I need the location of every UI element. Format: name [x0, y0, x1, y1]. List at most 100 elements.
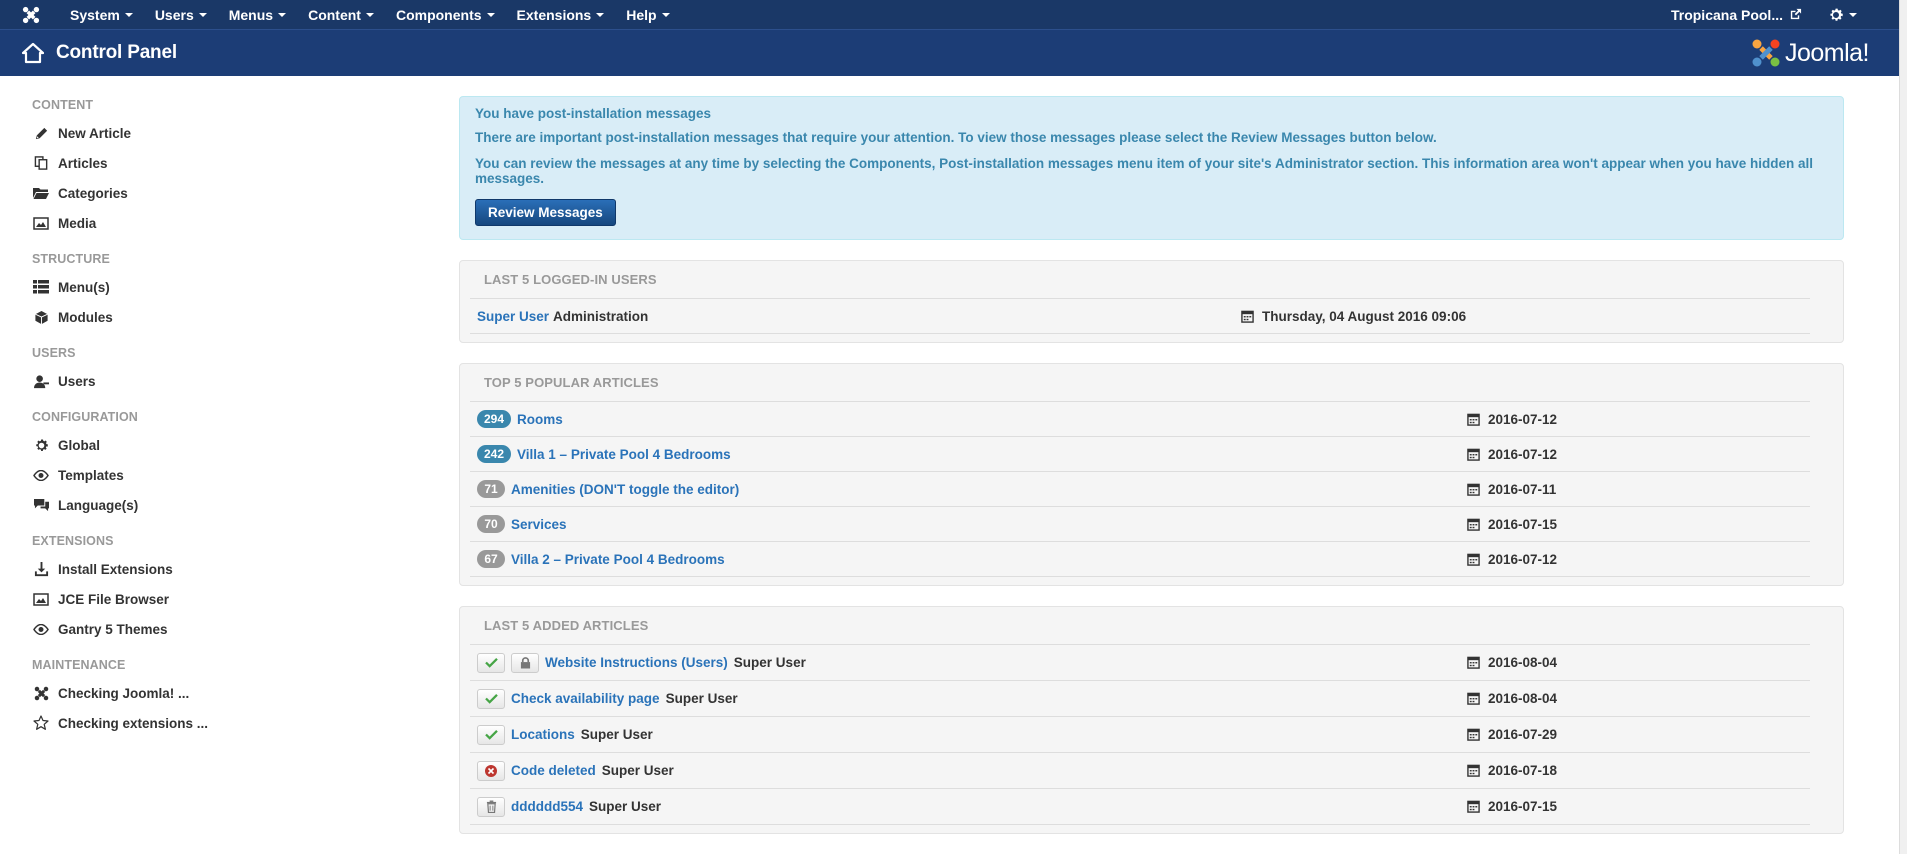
alert-text: You can review the messages at any time … [475, 156, 1813, 186]
article-date: 2016-07-12 [1467, 447, 1810, 462]
article-cell: 242 Villa 1 – Private Pool 4 Bedrooms [477, 445, 1467, 463]
article-link[interactable]: Villa 2 – Private Pool 4 Bedrooms [511, 552, 725, 567]
check-icon [484, 694, 498, 704]
navbar-right: Tropicana Pool... [1671, 0, 1899, 29]
article-cell: 67 Villa 2 – Private Pool 4 Bedrooms [477, 550, 1467, 568]
list-item: 71 Amenities (DON'T toggle the editor) 2… [470, 472, 1810, 507]
article-link[interactable]: Website Instructions (Users) [545, 655, 728, 670]
published-toggle-button[interactable] [477, 652, 505, 673]
sidebar-item-label: New Article [58, 125, 132, 141]
article-link[interactable]: Check availability page [511, 691, 660, 706]
article-cell: 71 Amenities (DON'T toggle the editor) [477, 480, 1467, 498]
unpublished-toggle-button[interactable] [477, 760, 505, 781]
check-icon [484, 730, 498, 740]
article-date: 2016-08-04 [1467, 691, 1810, 706]
unpublished-icon [485, 764, 497, 777]
date-text: 2016-07-12 [1488, 411, 1558, 427]
gear-icon [1830, 8, 1843, 21]
article-link[interactable]: Locations [511, 727, 575, 742]
site-link[interactable]: Tropicana Pool... [1671, 7, 1802, 23]
article-link[interactable]: dddddd554 [511, 799, 583, 814]
sidebar-item-label: Language(s) [58, 497, 139, 513]
main-content: You have post-installation messages Ther… [459, 96, 1844, 834]
calendar-icon [1467, 692, 1480, 705]
date-text: 2016-07-15 [1488, 516, 1558, 532]
menu-content[interactable]: Content [297, 0, 385, 29]
date-text: 2016-07-12 [1488, 551, 1558, 567]
menu-extensions[interactable]: Extensions [506, 0, 616, 29]
published-toggle-button[interactable] [477, 724, 505, 745]
menu-menus[interactable]: Menus [218, 0, 297, 29]
calendar-icon [1467, 483, 1480, 496]
sidebar-item-jce-file-browser[interactable]: JCE File Browser [32, 584, 362, 614]
logo-text: Joomla! [1784, 38, 1870, 67]
panel-title: LAST 5 ADDED ARTICLES [484, 618, 649, 633]
pencil-icon [32, 124, 50, 142]
checkin-button[interactable] [511, 652, 539, 673]
menu-components[interactable]: Components [385, 0, 506, 29]
sidebar-item-label: Users [58, 373, 96, 389]
date-text: 2016-07-11 [1488, 481, 1557, 497]
cog-icon [32, 436, 50, 454]
sidebar-heading-configuration: CONFIGURATION [32, 410, 138, 424]
article-link[interactable]: Villa 1 – Private Pool 4 Bedrooms [517, 447, 731, 462]
sidebar-item-modules[interactable]: Modules [32, 302, 362, 332]
login-date: Thursday, 04 August 2016 09:06 [1241, 309, 1810, 324]
user-icon [32, 372, 50, 390]
date-text: 2016-08-04 [1488, 691, 1558, 706]
hits-badge: 71 [477, 480, 505, 498]
joomla-logo-icon [1752, 39, 1780, 67]
article-date: 2016-07-29 [1467, 727, 1810, 742]
sidebar-item-label: Templates [58, 467, 124, 483]
image-icon [32, 214, 50, 232]
external-link-icon [1790, 8, 1802, 20]
page-scrollbar[interactable] [1899, 0, 1907, 854]
logged-users-panel: LAST 5 LOGGED-IN USERS Super User Admini… [459, 260, 1844, 343]
list-item: 242 Villa 1 – Private Pool 4 Bedrooms 20… [470, 437, 1810, 472]
calendar-icon [1467, 448, 1480, 461]
alert-title: You have post-installation messages [475, 106, 712, 121]
menu-system[interactable]: System [59, 0, 144, 29]
sidebar-item-install-extensions[interactable]: Install Extensions [32, 554, 362, 584]
date-text: 2016-08-04 [1488, 655, 1558, 670]
calendar-icon [1467, 413, 1480, 426]
sidebar-heading-maintenance: MAINTENANCE [32, 658, 126, 672]
settings-menu[interactable] [1828, 7, 1857, 23]
sidebar-item-languages[interactable]: Language(s) [32, 490, 362, 520]
hits-badge: 294 [477, 410, 512, 428]
sidebar-item-users[interactable]: Users [32, 366, 362, 396]
published-toggle-button[interactable] [477, 688, 505, 709]
list-item: 67 Villa 2 – Private Pool 4 Bedrooms 201… [470, 542, 1810, 577]
sidebar-item-label: Checking extensions ... [58, 715, 209, 731]
list-item: Super User Administration Thursday, 04 A… [470, 299, 1810, 334]
article-link[interactable]: Rooms [517, 412, 563, 427]
sidebar: CONTENT New Article Articles Categories … [32, 98, 362, 738]
joomla-icon[interactable] [16, 0, 45, 29]
sidebar-item-categories[interactable]: Categories [32, 178, 362, 208]
comments-icon [32, 496, 50, 514]
sidebar-item-new-article[interactable]: New Article [32, 118, 362, 148]
article-cell: Locations Super User [477, 724, 1467, 745]
article-link[interactable]: Services [511, 517, 567, 532]
article-link[interactable]: Amenities (DON'T toggle the editor) [511, 482, 739, 497]
sidebar-item-menus[interactable]: Menu(s) [32, 272, 362, 302]
article-cell: 70 Services [477, 515, 1467, 533]
sidebar-item-label: Global [58, 437, 101, 453]
popular-articles-list: 294 Rooms 2016-07-12 242 Villa 1 – Priva… [470, 401, 1810, 577]
sidebar-item-templates[interactable]: Templates [32, 460, 362, 490]
user-link[interactable]: Super User [477, 309, 549, 324]
calendar-icon [1467, 553, 1480, 566]
menu-help[interactable]: Help [615, 0, 680, 29]
sidebar-item-checking-joomla[interactable]: Checking Joomla! ... [32, 678, 362, 708]
article-link[interactable]: Code deleted [511, 763, 596, 778]
sidebar-item-articles[interactable]: Articles [32, 148, 362, 178]
sidebar-item-global[interactable]: Global [32, 430, 362, 460]
review-messages-button[interactable]: Review Messages [475, 199, 616, 226]
trashed-toggle-button[interactable] [477, 796, 505, 817]
sidebar-item-checking-extensions[interactable]: Checking extensions ... [32, 708, 362, 738]
sidebar-item-media[interactable]: Media [32, 208, 362, 238]
menu-label: Help [626, 6, 657, 23]
sidebar-item-gantry-themes[interactable]: Gantry 5 Themes [32, 614, 362, 644]
menu-label: Extensions [516, 6, 592, 23]
menu-users[interactable]: Users [144, 0, 218, 29]
